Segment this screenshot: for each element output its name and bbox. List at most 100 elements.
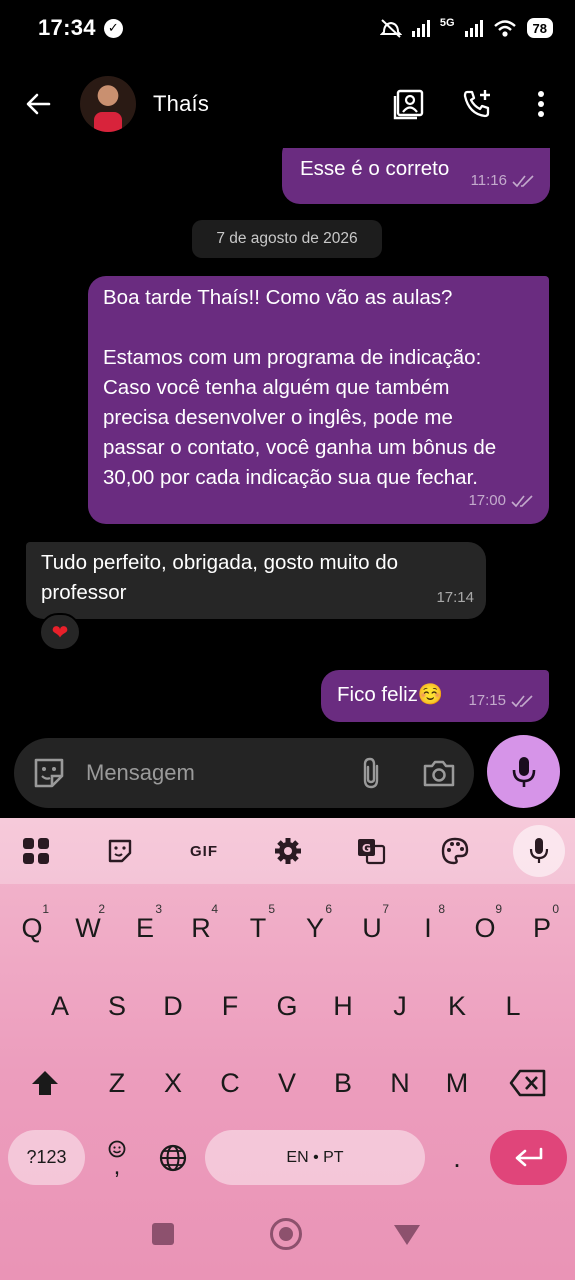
heart-reaction-icon[interactable]: ❤ — [39, 613, 81, 651]
key-b[interactable]: B — [318, 1055, 368, 1111]
contact-card-icon — [393, 89, 424, 120]
message-input[interactable]: Mensagem — [86, 760, 195, 786]
keyboard-microphone-icon — [529, 838, 549, 863]
composer-actions — [360, 756, 456, 790]
key-c[interactable]: C — [205, 1055, 255, 1111]
microphone-icon — [512, 756, 535, 787]
key-e[interactable]: E3 — [120, 900, 170, 956]
message-bubble[interactable]: Fico feliz☺️ 17:15 — [321, 670, 549, 722]
read-ticks-icon — [511, 495, 533, 508]
key-f[interactable]: F — [205, 978, 255, 1034]
message-text: Tudo perfeito, obrigada, gosto muito do … — [41, 551, 399, 604]
sticker-icon[interactable] — [32, 756, 66, 790]
key-u[interactable]: U7 — [347, 900, 397, 956]
keyboard-toolbar: GIF G — [0, 818, 575, 884]
message-bubble[interactable]: Boa tarde Thaís!! Como vão as aulas? Est… — [88, 276, 549, 524]
key-r[interactable]: R4 — [176, 900, 226, 956]
message-text: Fico feliz☺️ — [337, 683, 444, 706]
key-o[interactable]: O9 — [460, 900, 510, 956]
signal-1-icon — [411, 19, 430, 37]
back-nav-button[interactable] — [394, 1225, 420, 1245]
space-bar[interactable]: EN • PT — [205, 1130, 425, 1185]
key-k[interactable]: K — [432, 978, 482, 1034]
key-v[interactable]: V — [262, 1055, 312, 1111]
recents-button[interactable] — [152, 1223, 174, 1245]
message-text: Boa tarde Thaís!! Como vão as aulas? Est… — [103, 286, 497, 489]
key-h[interactable]: H — [318, 978, 368, 1034]
shift-icon — [32, 1071, 58, 1095]
message-bubble[interactable]: Esse é o correto 11:16 — [282, 148, 550, 204]
palette-icon[interactable] — [439, 831, 471, 871]
globe-icon — [159, 1144, 187, 1172]
language-key[interactable] — [148, 1130, 198, 1186]
emoji-comma-key[interactable]: , — [92, 1130, 142, 1186]
message-bubble[interactable]: Tudo perfeito, obrigada, gosto muito do … — [26, 542, 486, 619]
status-icons: 5G 78 — [379, 17, 553, 38]
message-list[interactable]: Esse é o correto 11:16 7 de agosto de 20… — [0, 148, 575, 738]
key-l[interactable]: L — [488, 978, 538, 1034]
backspace-key[interactable] — [503, 1055, 553, 1111]
key-w[interactable]: W2 — [63, 900, 113, 956]
apps-grid-icon[interactable] — [20, 831, 52, 871]
voice-input-button[interactable] — [513, 825, 565, 877]
date-divider: 7 de agosto de 2026 — [192, 220, 382, 258]
read-ticks-icon — [511, 695, 533, 708]
read-ticks-icon — [512, 175, 534, 188]
phone-add-icon — [463, 90, 490, 118]
enter-icon — [515, 1147, 542, 1166]
virtual-keyboard: GIF G Q1 W2 E3 R4 T5 Y6 U7 I8 O9 P0 A S … — [0, 818, 575, 1280]
header-actions — [363, 82, 575, 126]
gif-button[interactable]: GIF — [184, 831, 224, 871]
network-type: 5G — [439, 17, 455, 29]
settings-gear-icon[interactable] — [272, 831, 304, 871]
status-bar: 17:34 ✓ 5G 78 — [0, 0, 575, 56]
key-t[interactable]: T5 — [233, 900, 283, 956]
sticker-keyboard-icon[interactable] — [104, 831, 136, 871]
attach-icon[interactable] — [360, 756, 382, 790]
arrow-left-icon — [26, 93, 51, 115]
key-i[interactable]: I8 — [403, 900, 453, 956]
signal-2-icon — [464, 19, 483, 37]
more-options-button[interactable] — [519, 82, 563, 126]
key-m[interactable]: M — [432, 1055, 482, 1111]
shift-key[interactable] — [20, 1055, 70, 1111]
voice-message-button[interactable] — [487, 735, 560, 808]
notification-check-icon: ✓ — [103, 18, 123, 38]
period-key[interactable]: . — [432, 1130, 482, 1186]
status-time: 17:34 — [38, 15, 96, 40]
contact-name[interactable]: Thaís — [153, 91, 209, 117]
enter-key[interactable] — [490, 1130, 567, 1185]
message-time: 17:14 — [436, 589, 474, 606]
symbols-key[interactable]: ?123 — [8, 1130, 85, 1185]
wifi-icon — [493, 18, 517, 38]
key-n[interactable]: N — [375, 1055, 425, 1111]
avatar[interactable] — [80, 76, 136, 132]
message-time: 17:00 — [468, 486, 535, 516]
key-x[interactable]: X — [148, 1055, 198, 1111]
key-d[interactable]: D — [148, 978, 198, 1034]
add-call-button[interactable] — [455, 82, 499, 126]
svg-text:G: G — [362, 842, 371, 855]
key-j[interactable]: J — [375, 978, 425, 1034]
system-nav-bar — [0, 1200, 575, 1280]
key-p[interactable]: P0 — [517, 900, 567, 956]
home-button[interactable] — [270, 1218, 302, 1250]
back-button[interactable] — [18, 84, 58, 124]
message-time: 11:16 — [471, 166, 536, 196]
more-vertical-icon — [538, 91, 544, 117]
message-composer[interactable]: Mensagem — [14, 738, 474, 808]
mute-icon — [379, 18, 402, 38]
message-text: Esse é o correto — [300, 157, 450, 180]
key-y[interactable]: Y6 — [290, 900, 340, 956]
key-g[interactable]: G — [262, 978, 312, 1034]
camera-icon[interactable] — [422, 758, 456, 788]
key-z[interactable]: Z — [92, 1055, 142, 1111]
battery-indicator: 78 — [526, 18, 553, 38]
chat-header: Thaís — [0, 60, 575, 148]
contact-info-button[interactable] — [387, 82, 431, 126]
key-q[interactable]: Q1 — [7, 900, 57, 956]
key-s[interactable]: S — [92, 978, 142, 1034]
key-a[interactable]: A — [35, 978, 85, 1034]
translate-icon[interactable]: G — [355, 831, 387, 871]
message-time: 17:15 — [468, 686, 535, 716]
